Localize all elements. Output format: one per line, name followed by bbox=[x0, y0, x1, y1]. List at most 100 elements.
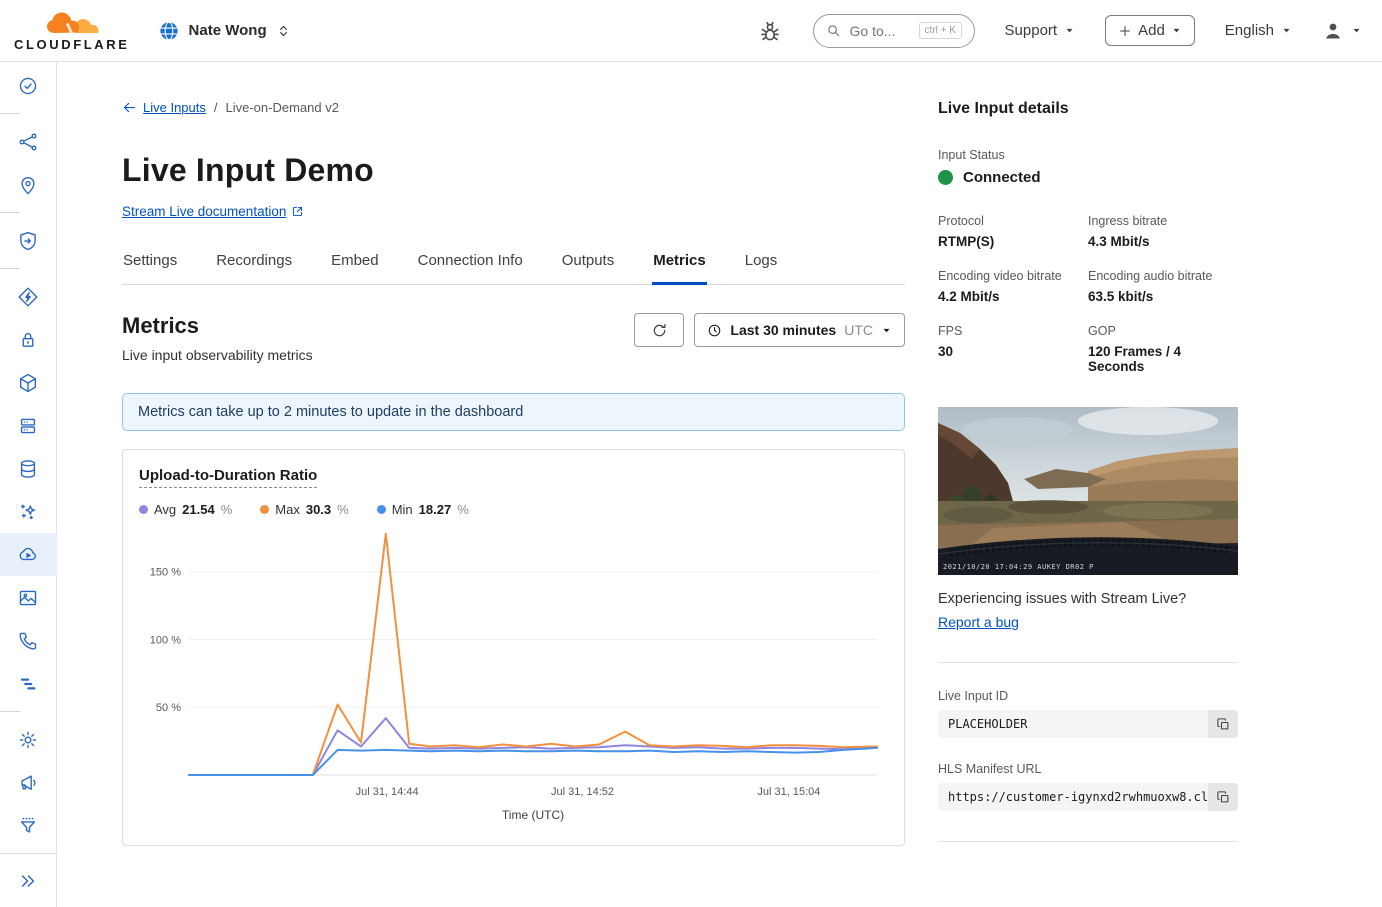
refresh-button[interactable] bbox=[634, 313, 684, 347]
live-input-id-field: PLACEHOLDER bbox=[938, 710, 1238, 738]
sidebar-item-ssl-lock[interactable] bbox=[0, 318, 57, 361]
search-input[interactable] bbox=[848, 22, 912, 40]
sidebar-item-security-shield[interactable] bbox=[0, 219, 57, 262]
time-range-value: Last 30 minutes bbox=[730, 322, 836, 338]
stat-value: RTMP(S) bbox=[938, 234, 1088, 249]
breadcrumb-current: Live-on-Demand v2 bbox=[226, 100, 339, 115]
copy-live-input-id-button[interactable] bbox=[1208, 710, 1238, 738]
sidebar-item-zaraz-bars[interactable] bbox=[0, 662, 57, 705]
legend-value: 30.3 bbox=[306, 502, 331, 517]
global-search[interactable]: ctrl + K bbox=[813, 14, 975, 48]
language-menu[interactable]: English bbox=[1225, 22, 1292, 39]
ai-sparkles-icon bbox=[17, 501, 39, 523]
legend-dot bbox=[139, 505, 148, 514]
account-name: Nate Wong bbox=[189, 22, 267, 39]
arrow-left-icon bbox=[122, 100, 137, 115]
stat-label: Ingress bitrate bbox=[1088, 214, 1238, 228]
status-dot bbox=[938, 170, 953, 185]
stats-grid: ProtocolRTMP(S)Ingress bitrate4.3 Mbit/s… bbox=[938, 214, 1238, 374]
chevrons-right-icon bbox=[18, 871, 38, 891]
sidebar-collapse-toggle[interactable] bbox=[0, 853, 57, 907]
live-input-details-panel: Live Input details Input Status Connecte… bbox=[938, 100, 1238, 907]
legend-suffix: % bbox=[337, 502, 349, 517]
sidebar-item-workers-cube[interactable] bbox=[0, 361, 57, 404]
sidebar-item-ai-sparkles[interactable] bbox=[0, 490, 57, 533]
dashcam-scene bbox=[938, 407, 1238, 575]
dashcam-timestamp: 2021/10/20 17:04:29 AUKEY DR02 P bbox=[943, 563, 1094, 571]
sidebar-item-calls-phone[interactable] bbox=[0, 619, 57, 662]
tab-outputs[interactable]: Outputs bbox=[561, 252, 616, 285]
sidebar-item-announce-megaphone[interactable] bbox=[0, 761, 57, 804]
stream-docs-link[interactable]: Stream Live documentation bbox=[122, 204, 304, 219]
svg-text:Jul 31, 14:44: Jul 31, 14:44 bbox=[356, 786, 419, 798]
live-input-id-value: PLACEHOLDER bbox=[938, 710, 1208, 738]
page-title: Live Input Demo bbox=[122, 152, 905, 189]
issues-text: Experiencing issues with Stream Live? bbox=[938, 591, 1238, 607]
breadcrumb: Live Inputs / Live-on-Demand v2 bbox=[122, 100, 905, 115]
legend-name: Max bbox=[275, 502, 300, 517]
network-icon bbox=[17, 131, 39, 153]
stat-encoding-video-bitrate: Encoding video bitrate4.2 Mbit/s bbox=[938, 269, 1088, 304]
cloudflare-wordmark: CLOUDFLARE bbox=[14, 37, 130, 52]
sidebar-item-database[interactable] bbox=[0, 447, 57, 490]
tab-connection-info[interactable]: Connection Info bbox=[417, 252, 524, 285]
zaraz-bars-icon bbox=[17, 673, 39, 695]
upload-duration-chart: 50 %100 %150 %Jul 31, 14:44Jul 31, 14:52… bbox=[139, 525, 887, 825]
stat-value: 120 Frames / 4 Seconds bbox=[1088, 344, 1238, 374]
support-menu[interactable]: Support bbox=[1005, 22, 1076, 39]
tab-embed[interactable]: Embed bbox=[330, 252, 380, 285]
time-range-dropdown[interactable]: Last 30 minutes UTC bbox=[694, 313, 905, 347]
sidebar-divider bbox=[0, 212, 20, 213]
hls-manifest-url-value: https://customer-igynxd2rwhmuoxw8.cloudf bbox=[938, 783, 1208, 811]
add-button[interactable]: Add bbox=[1105, 15, 1195, 46]
copy-hls-url-button[interactable] bbox=[1208, 783, 1238, 811]
copy-icon bbox=[1216, 790, 1231, 805]
stat-protocol: Protocol RTMP(S) bbox=[938, 214, 1088, 249]
metrics-heading: Metrics bbox=[122, 313, 313, 339]
user-menu[interactable] bbox=[1322, 20, 1362, 42]
stat-encoding-audio-bitrate: Encoding audio bitrate63.5 kbit/s bbox=[1088, 269, 1238, 304]
stream-cloud-play-icon bbox=[17, 544, 39, 566]
svg-text:Jul 31, 15:04: Jul 31, 15:04 bbox=[757, 786, 820, 798]
legend-dot bbox=[377, 505, 386, 514]
stat-fps: FPS30 bbox=[938, 324, 1088, 374]
report-bug-link[interactable]: Report a bug bbox=[938, 614, 1019, 630]
sidebar-item-settings-gear[interactable] bbox=[0, 718, 57, 761]
sidebar-item-location-pin[interactable] bbox=[0, 163, 57, 206]
calls-phone-icon bbox=[17, 630, 39, 652]
sidebar-divider bbox=[0, 268, 20, 269]
divider bbox=[938, 662, 1238, 663]
workers-cube-icon bbox=[17, 372, 39, 394]
sidebar-divider bbox=[0, 113, 20, 114]
stat-label: Protocol bbox=[938, 214, 1088, 228]
legend-min: Min18.27% bbox=[377, 502, 469, 517]
account-switcher[interactable]: Nate Wong bbox=[158, 20, 291, 42]
sidebar-item-speed-zap[interactable] bbox=[0, 275, 57, 318]
tab-logs[interactable]: Logs bbox=[744, 252, 779, 285]
legend-max: Max 30.3% bbox=[260, 502, 348, 517]
tab-recordings[interactable]: Recordings bbox=[215, 252, 293, 285]
stat-value: 63.5 kbit/s bbox=[1088, 289, 1238, 304]
breadcrumb-back-link[interactable]: Live Inputs bbox=[122, 100, 206, 115]
sidebar-item-storage-server[interactable] bbox=[0, 404, 57, 447]
breadcrumb-separator: / bbox=[214, 100, 218, 115]
sidebar-item-network[interactable] bbox=[0, 120, 57, 163]
speed-zap-icon bbox=[17, 286, 39, 308]
details-heading: Live Input details bbox=[938, 100, 1238, 118]
sidebar-item-images[interactable] bbox=[0, 576, 57, 619]
stat-label: Encoding video bitrate bbox=[938, 269, 1088, 283]
svg-text:Time (UTC): Time (UTC) bbox=[502, 808, 564, 822]
storage-server-icon bbox=[17, 415, 39, 437]
cloudflare-logo[interactable]: CLOUDFLARE bbox=[14, 9, 130, 52]
tab-metrics[interactable]: Metrics bbox=[652, 252, 707, 285]
tab-bar: Settings Recordings Embed Connection Info Ou… bbox=[122, 252, 905, 285]
sidebar-item-time-travel[interactable] bbox=[0, 64, 57, 107]
legend-name: Avg bbox=[154, 502, 176, 517]
bug-icon[interactable] bbox=[757, 18, 783, 44]
sidebar-item-stream-cloud-play[interactable] bbox=[0, 533, 57, 576]
time-travel-icon bbox=[17, 75, 39, 97]
sidebar-item-funnel-filter[interactable] bbox=[0, 804, 57, 847]
search-icon bbox=[826, 23, 841, 38]
svg-text:Jul 31, 14:52: Jul 31, 14:52 bbox=[551, 786, 614, 798]
tab-settings[interactable]: Settings bbox=[122, 252, 178, 285]
